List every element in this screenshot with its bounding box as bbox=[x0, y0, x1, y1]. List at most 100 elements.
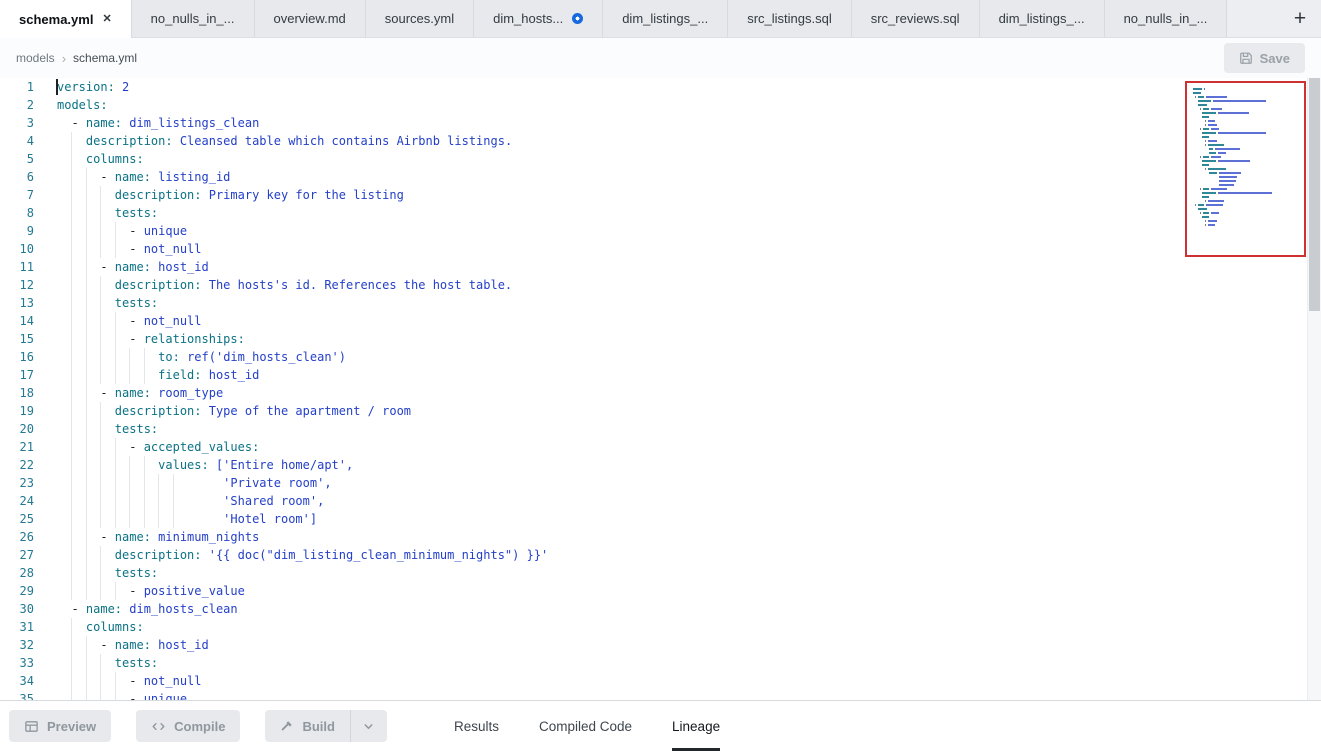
code-line-text: - positive_value bbox=[34, 582, 1306, 600]
code-line[interactable]: 31 columns: bbox=[0, 618, 1306, 636]
minimap-line bbox=[1193, 176, 1298, 178]
preview-button-label: Preview bbox=[47, 719, 96, 734]
line-number: 11 bbox=[0, 258, 34, 276]
code-line[interactable]: 18 - name: room_type bbox=[0, 384, 1306, 402]
compile-button[interactable]: Compile bbox=[136, 710, 240, 742]
code-line[interactable]: 15 - relationships: bbox=[0, 330, 1306, 348]
code-line[interactable]: 27 description: '{{ doc("dim_listing_cle… bbox=[0, 546, 1306, 564]
unsaved-changes-icon bbox=[572, 13, 583, 24]
code-line[interactable]: 19 description: Type of the apartment / … bbox=[0, 402, 1306, 420]
code-line-text: columns: bbox=[34, 618, 1306, 636]
editor-tab-dim-listings[interactable]: dim_listings_... bbox=[980, 0, 1105, 37]
minimap[interactable] bbox=[1185, 81, 1306, 257]
line-number: 8 bbox=[0, 204, 34, 222]
code-line[interactable]: 22 values: ['Entire home/apt', bbox=[0, 456, 1306, 474]
code-line[interactable]: 10 - not_null bbox=[0, 240, 1306, 258]
editor-tab-dim-listings[interactable]: dim_listings_... bbox=[603, 0, 728, 37]
save-button[interactable]: Save bbox=[1224, 43, 1305, 73]
code-line[interactable]: 2models: bbox=[0, 96, 1306, 114]
code-line[interactable]: 11 - name: host_id bbox=[0, 258, 1306, 276]
code-line[interactable]: 4 description: Cleansed table which cont… bbox=[0, 132, 1306, 150]
code-line[interactable]: 25 'Hotel room'] bbox=[0, 510, 1306, 528]
editor-tab-overview-md[interactable]: overview.md bbox=[255, 0, 366, 37]
editor-scrollbar-thumb[interactable] bbox=[1309, 78, 1320, 311]
code-line-text: description: Type of the apartment / roo… bbox=[34, 402, 1306, 420]
code-line[interactable]: 3 - name: dim_listings_clean bbox=[0, 114, 1306, 132]
code-line[interactable]: 24 'Shared room', bbox=[0, 492, 1306, 510]
editor-tab-schema-yml[interactable]: schema.yml ✕ bbox=[0, 0, 132, 38]
minimap-line bbox=[1193, 132, 1298, 134]
code-line[interactable]: 8 tests: bbox=[0, 204, 1306, 222]
code-line-text: tests: bbox=[34, 420, 1306, 438]
code-line-text: - accepted_values: bbox=[34, 438, 1306, 456]
editor-tab-src-listings-sql[interactable]: src_listings.sql bbox=[728, 0, 852, 37]
indent-guide bbox=[173, 510, 174, 528]
ide-window: schema.yml✕no_nulls_in_...overview.mdsou… bbox=[0, 0, 1321, 751]
code-line[interactable]: 35 - unique bbox=[0, 690, 1306, 700]
editor-tab-bar: schema.yml✕no_nulls_in_...overview.mdsou… bbox=[0, 0, 1321, 38]
code-line[interactable]: 5 columns: bbox=[0, 150, 1306, 168]
code-line[interactable]: 29 - positive_value bbox=[0, 582, 1306, 600]
indent-guide bbox=[158, 492, 159, 510]
code-line[interactable]: 16 to: ref('dim_hosts_clean') bbox=[0, 348, 1306, 366]
code-line[interactable]: 17 field: host_id bbox=[0, 366, 1306, 384]
panel-tab-results[interactable]: Results bbox=[454, 701, 499, 751]
code-line-text: models: bbox=[34, 96, 1306, 114]
code-line[interactable]: 33 tests: bbox=[0, 654, 1306, 672]
code-line[interactable]: 21 - accepted_values: bbox=[0, 438, 1306, 456]
minimap-line bbox=[1193, 204, 1298, 206]
panel-tab-compiled-code[interactable]: Compiled Code bbox=[539, 701, 632, 751]
editor-tab-no-nulls-in[interactable]: no_nulls_in_... bbox=[132, 0, 255, 37]
line-number: 26 bbox=[0, 528, 34, 546]
code-editor[interactable]: 1version: 22models:3 - name: dim_listing… bbox=[0, 78, 1321, 700]
preview-button[interactable]: Preview bbox=[9, 710, 111, 742]
code-line-text: - name: dim_listings_clean bbox=[34, 114, 1306, 132]
line-number: 32 bbox=[0, 636, 34, 654]
build-button[interactable]: Build bbox=[265, 710, 350, 742]
code-line[interactable]: 30 - name: dim_hosts_clean bbox=[0, 600, 1306, 618]
editor-tab-src-reviews-sql[interactable]: src_reviews.sql bbox=[852, 0, 980, 37]
tab-label: schema.yml bbox=[19, 12, 93, 27]
code-line[interactable]: 32 - name: host_id bbox=[0, 636, 1306, 654]
close-tab-icon[interactable]: ✕ bbox=[102, 14, 111, 25]
code-line[interactable]: 1version: 2 bbox=[0, 78, 1306, 96]
breadcrumb-item-models[interactable]: models bbox=[16, 51, 55, 65]
indent-guide bbox=[129, 348, 130, 366]
indent-guide bbox=[100, 204, 101, 222]
code-line[interactable]: 13 tests: bbox=[0, 294, 1306, 312]
editor-tab-no-nulls-in[interactable]: no_nulls_in_... bbox=[1105, 0, 1228, 37]
editor-scrollbar[interactable] bbox=[1307, 78, 1321, 700]
editor-tab-sources-yml[interactable]: sources.yml bbox=[366, 0, 474, 37]
code-line[interactable]: 7 description: Primary key for the listi… bbox=[0, 186, 1306, 204]
indent-guide bbox=[71, 366, 72, 384]
minimap-line bbox=[1193, 128, 1298, 130]
code-line[interactable]: 12 description: The hosts's id. Referenc… bbox=[0, 276, 1306, 294]
minimap-line bbox=[1193, 152, 1298, 154]
code-line[interactable]: 26 - name: minimum_nights bbox=[0, 528, 1306, 546]
breadcrumb-item-current-file[interactable]: schema.yml bbox=[73, 51, 137, 65]
code-line[interactable]: 20 tests: bbox=[0, 420, 1306, 438]
code-line[interactable]: 6 - name: listing_id bbox=[0, 168, 1306, 186]
indent-guide bbox=[71, 690, 72, 700]
build-button-label: Build bbox=[302, 719, 335, 734]
line-number: 17 bbox=[0, 366, 34, 384]
minimap-line bbox=[1193, 108, 1298, 110]
build-options-button[interactable] bbox=[350, 710, 387, 742]
indent-guide bbox=[100, 654, 101, 672]
code-line[interactable]: 23 'Private room', bbox=[0, 474, 1306, 492]
editor-tab-dim-hosts[interactable]: dim_hosts... bbox=[474, 0, 603, 37]
panel-tab-lineage[interactable]: Lineage bbox=[672, 701, 720, 751]
line-number: 27 bbox=[0, 546, 34, 564]
indent-guide bbox=[71, 186, 72, 204]
indent-guide bbox=[144, 366, 145, 384]
bottom-action-bar: Preview Compile bbox=[0, 700, 1321, 751]
new-tab-button[interactable]: + bbox=[1279, 0, 1321, 37]
line-number: 3 bbox=[0, 114, 34, 132]
code-line-text: to: ref('dim_hosts_clean') bbox=[34, 348, 1306, 366]
code-line[interactable]: 28 tests: bbox=[0, 564, 1306, 582]
code-line[interactable]: 34 - not_null bbox=[0, 672, 1306, 690]
minimap-line bbox=[1193, 96, 1298, 98]
code-line[interactable]: 14 - not_null bbox=[0, 312, 1306, 330]
minimap-line bbox=[1193, 188, 1298, 190]
code-line[interactable]: 9 - unique bbox=[0, 222, 1306, 240]
